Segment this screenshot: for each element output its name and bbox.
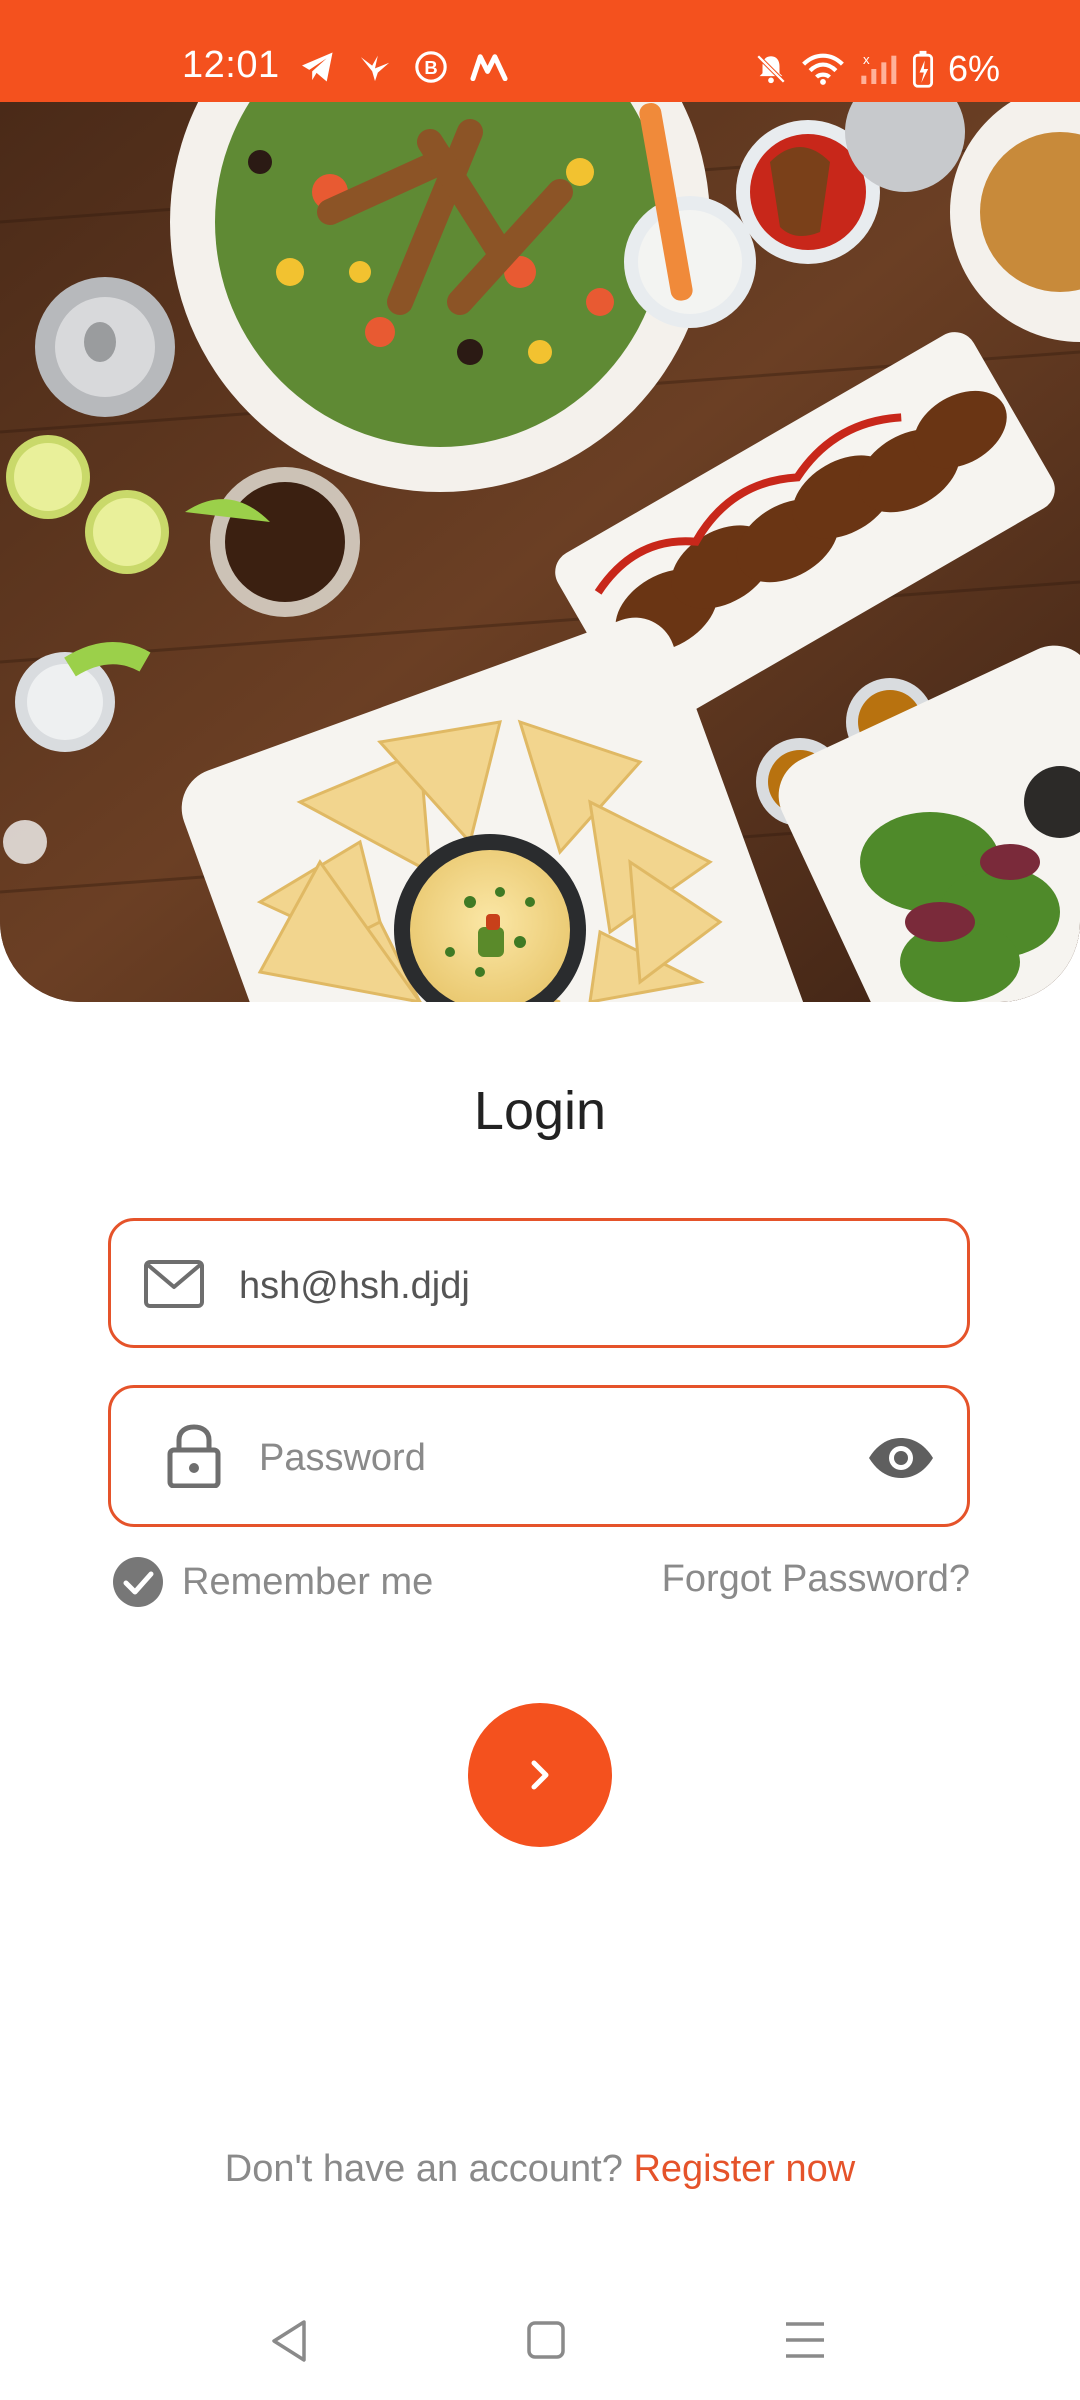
chevron-right-icon bbox=[531, 1760, 549, 1790]
login-submit-button[interactable] bbox=[468, 1703, 612, 1847]
status-notification-icons: B bbox=[300, 50, 508, 84]
email-field[interactable] bbox=[108, 1218, 970, 1348]
menu-icon[interactable] bbox=[784, 2318, 826, 2362]
email-input[interactable] bbox=[237, 1256, 921, 1316]
register-prompt-row: Don't have an account? Register now bbox=[0, 2148, 1080, 2191]
bird-icon bbox=[360, 55, 390, 82]
remember-me-label: Remember me bbox=[182, 1560, 434, 1603]
telegram-icon bbox=[302, 52, 333, 82]
checkmark-circle-icon bbox=[113, 1557, 163, 1607]
signal-icon: x bbox=[861, 52, 897, 84]
password-field[interactable] bbox=[108, 1385, 970, 1527]
wifi-icon bbox=[802, 53, 844, 85]
lock-icon bbox=[167, 1424, 221, 1488]
page-title: Login bbox=[473, 1081, 607, 1141]
register-now-link[interactable]: Register now bbox=[633, 2148, 855, 2190]
remember-me-checkbox[interactable]: Remember me bbox=[112, 1556, 433, 1608]
system-nav-bar bbox=[0, 2290, 1080, 2400]
forgot-password-link[interactable]: Forgot Password? bbox=[662, 1558, 970, 1601]
status-bar: 12:01 B x 6% bbox=[0, 0, 1080, 102]
battery-charging-icon bbox=[912, 50, 933, 88]
b-circle-icon: B bbox=[415, 51, 447, 83]
bell-muted-icon bbox=[756, 54, 786, 84]
status-time: 12:01 bbox=[182, 44, 280, 86]
status-system-icons: x 6% bbox=[754, 48, 1000, 90]
m-logo-icon bbox=[470, 54, 508, 81]
register-prompt: Don't have an account? bbox=[224, 2148, 634, 2190]
svg-text:x: x bbox=[863, 52, 870, 67]
password-input[interactable] bbox=[257, 1428, 821, 1488]
back-icon[interactable] bbox=[268, 2318, 310, 2364]
home-icon[interactable] bbox=[526, 2318, 566, 2362]
mail-icon bbox=[144, 1260, 204, 1308]
hero-image bbox=[0, 102, 1080, 1002]
battery-percent: 6% bbox=[947, 48, 1000, 89]
eye-icon[interactable] bbox=[867, 1436, 935, 1480]
svg-text:B: B bbox=[424, 57, 437, 78]
